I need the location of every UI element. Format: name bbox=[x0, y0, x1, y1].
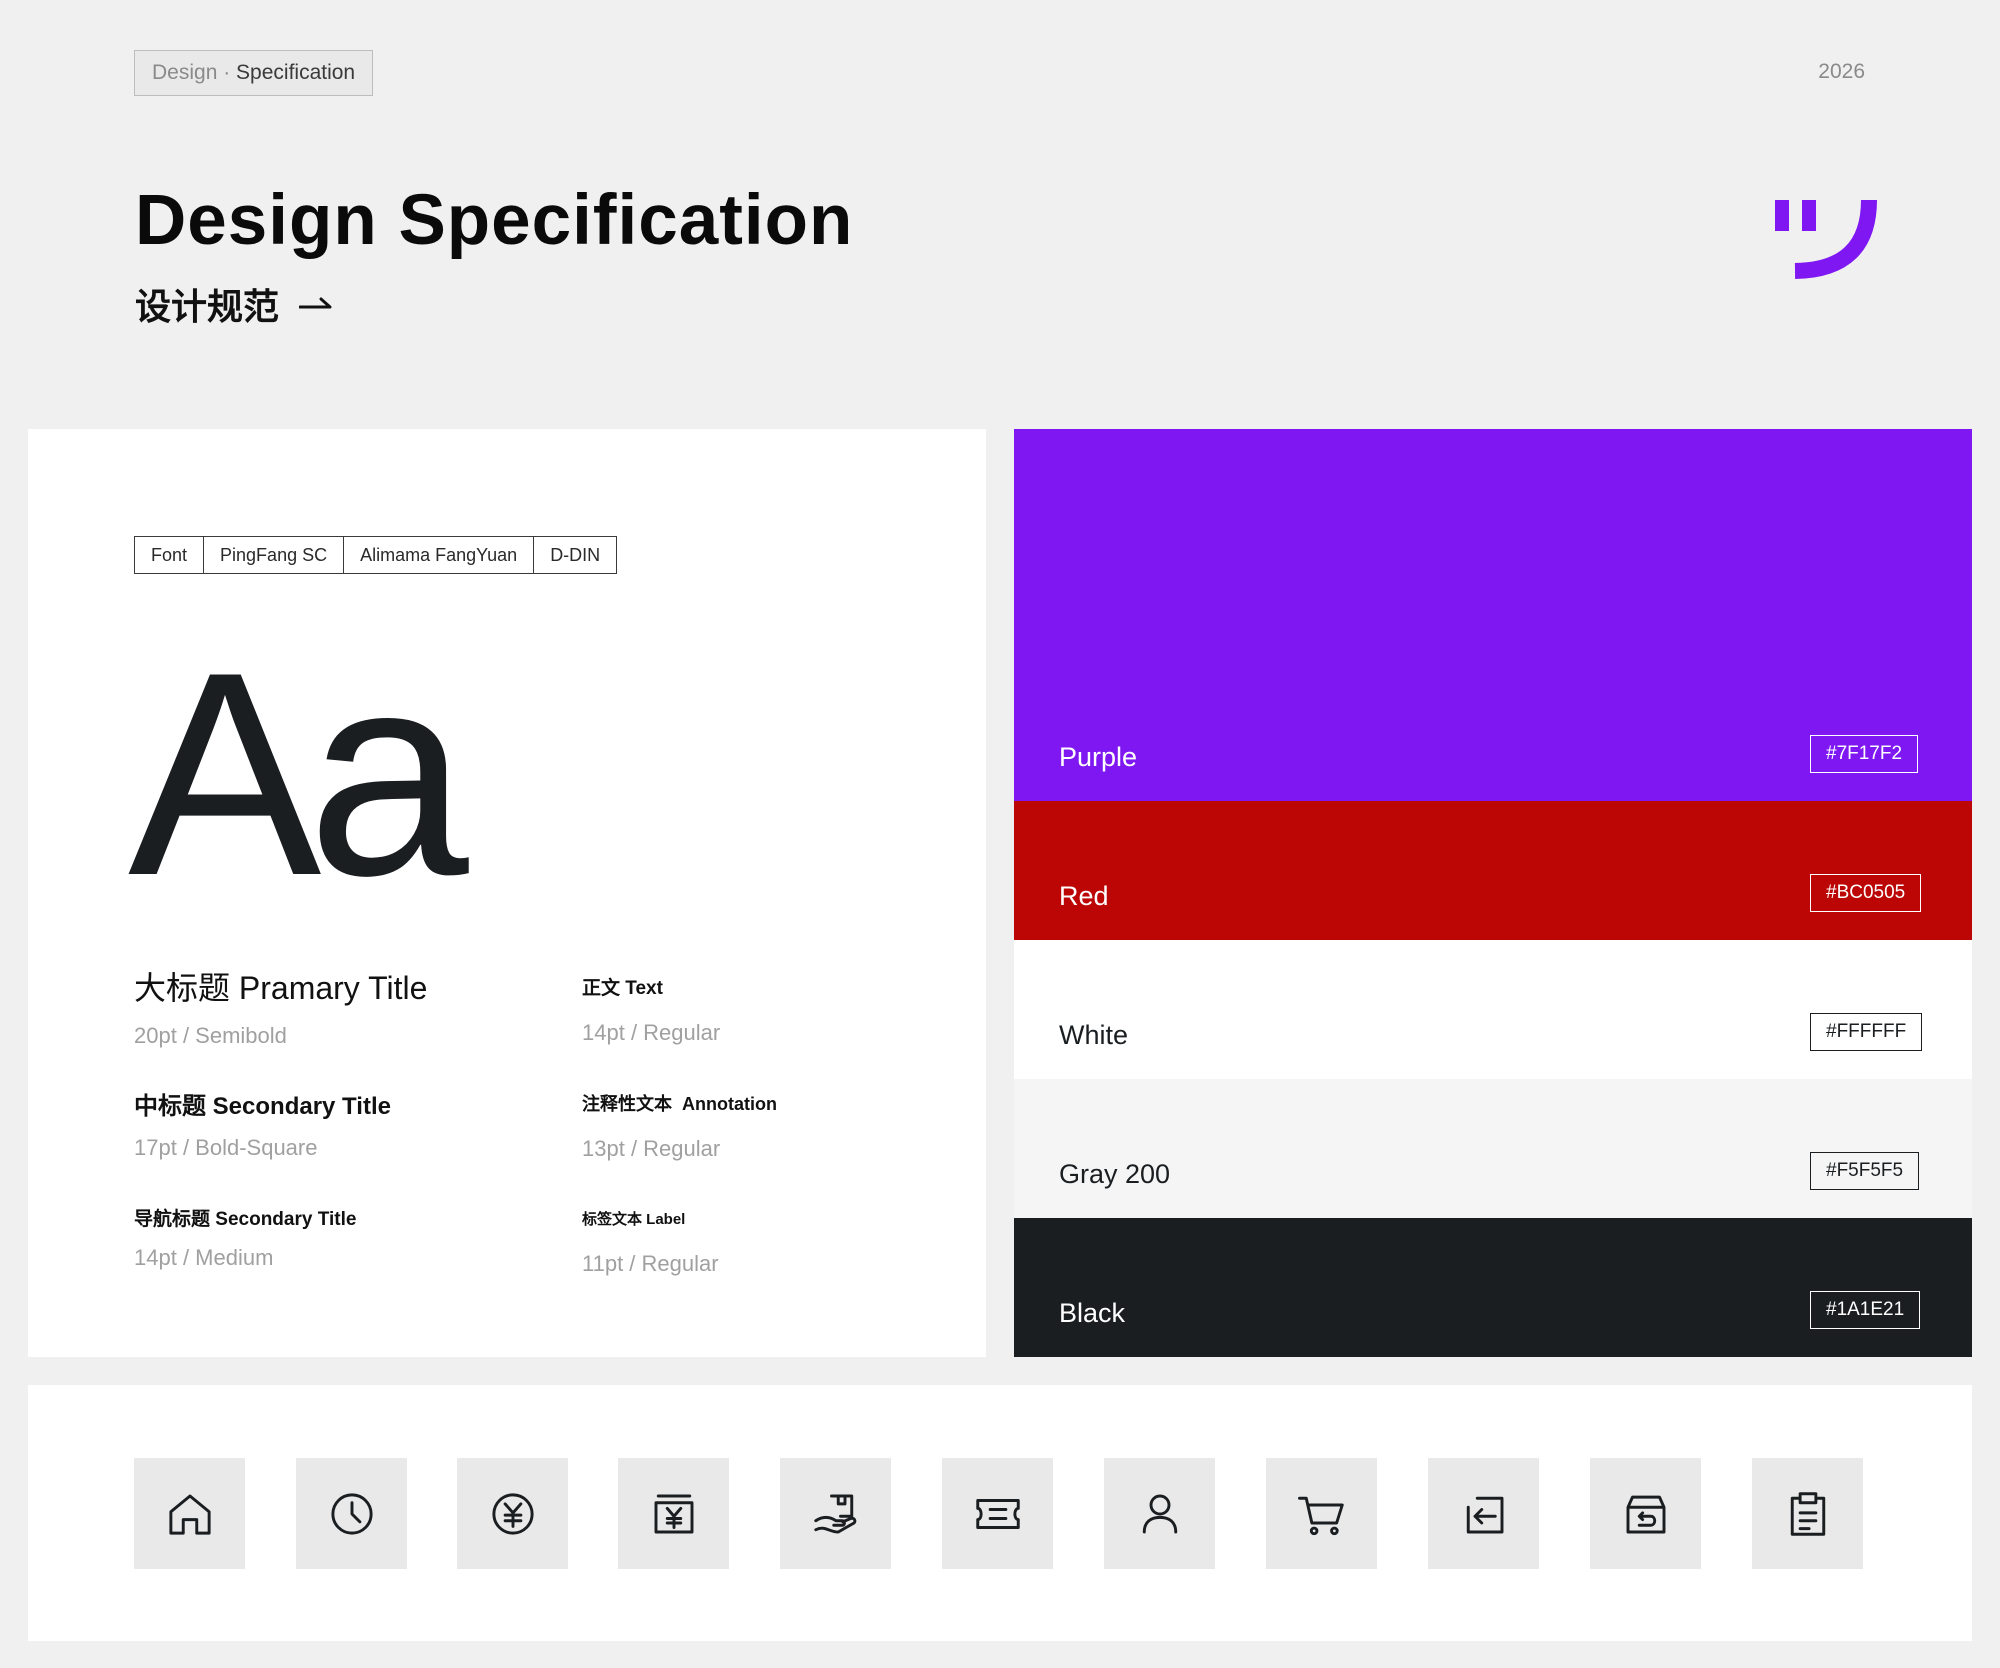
swatch-name: Red bbox=[1059, 881, 1109, 911]
spec-meta: 14pt / Regular bbox=[582, 1020, 721, 1045]
type-spec-body-text: 正文 Text 14pt / Regular bbox=[582, 973, 720, 1046]
spec-meta: 11pt / Regular bbox=[582, 1251, 719, 1276]
spec-name: 正文 Text bbox=[582, 978, 663, 999]
spec-name: 标签文本 Label bbox=[582, 1211, 686, 1228]
font-tab-ddin[interactable]: D-DIN bbox=[534, 537, 616, 573]
clock-icon[interactable] bbox=[296, 1458, 407, 1569]
type-specimen: Aa bbox=[128, 612, 469, 936]
type-spec-annotation: 注释性文本 Annotation 13pt / Regular bbox=[582, 1090, 777, 1162]
swatch-gray-200[interactable]: Gray 200 #F5F5F5 bbox=[1014, 1079, 1972, 1218]
font-tab-label: Font bbox=[135, 537, 205, 573]
color-palette-panel: Purple #7F17F2 Red #BC0505 White #FFFFFF… bbox=[1014, 429, 1972, 1357]
page-title: Design Specification bbox=[135, 181, 854, 260]
type-spec-nav-title: 导航标题 Secondary Title 14pt / Medium bbox=[134, 1204, 356, 1271]
swatch-hex-badge: #1A1E21 bbox=[1810, 1291, 1921, 1329]
cart-icon[interactable] bbox=[1266, 1458, 1377, 1569]
clipboard-icon[interactable] bbox=[1752, 1458, 1863, 1569]
arrow-right-icon bbox=[298, 294, 333, 315]
swatch-name: Gray 200 bbox=[1059, 1159, 1171, 1189]
ticket-icon[interactable] bbox=[942, 1458, 1053, 1569]
spec-name: 注释性文本 Annotation bbox=[582, 1094, 777, 1114]
breadcrumb-prefix: Design bbox=[152, 61, 218, 84]
brand-smile-logo bbox=[1773, 198, 1877, 287]
swatch-white[interactable]: White #FFFFFF bbox=[1014, 940, 1972, 1079]
type-spec-primary-title: 大标题 Pramary Title 20pt / Semibold bbox=[134, 963, 427, 1049]
spec-name: 导航标题 Secondary Title bbox=[134, 1209, 357, 1230]
yuan-coin-icon[interactable] bbox=[457, 1458, 568, 1569]
home-icon[interactable] bbox=[134, 1458, 245, 1569]
return-box-icon[interactable] bbox=[1590, 1458, 1701, 1569]
swatch-hex-badge: #BC0505 bbox=[1810, 874, 1922, 912]
breadcrumb-tag: Design · Specification bbox=[134, 50, 374, 96]
swatch-hex-badge: #F5F5F5 bbox=[1810, 1152, 1920, 1190]
spec-meta: 17pt / Bold-Square bbox=[134, 1135, 318, 1160]
swatch-name: Purple bbox=[1059, 742, 1138, 772]
type-spec-secondary-title: 中标题 Secondary Title 17pt / Bold-Square bbox=[134, 1086, 391, 1161]
swatch-name: White bbox=[1059, 1020, 1129, 1050]
font-tabs: Font PingFang SC Alimama FangYuan D-DIN bbox=[134, 536, 618, 574]
swatch-name: Black bbox=[1059, 1298, 1126, 1328]
swatch-red[interactable]: Red #BC0505 bbox=[1014, 801, 1972, 940]
type-spec-label: 标签文本 Label 11pt / Regular bbox=[582, 1208, 719, 1277]
hand-package-icon[interactable] bbox=[780, 1458, 891, 1569]
spec-meta: 20pt / Semibold bbox=[134, 1023, 287, 1048]
return-arrow-icon[interactable] bbox=[1428, 1458, 1539, 1569]
user-icon[interactable] bbox=[1104, 1458, 1215, 1569]
breadcrumb-current: Specification bbox=[236, 61, 356, 84]
page-subtitle-row: 设计规范 bbox=[135, 278, 333, 330]
yuan-receipt-icon[interactable] bbox=[618, 1458, 729, 1569]
spec-name: 大标题 Pramary Title bbox=[134, 970, 428, 1006]
year-label: 2026 bbox=[1818, 60, 1865, 83]
swatch-black[interactable]: Black #1A1E21 bbox=[1014, 1218, 1972, 1357]
swatch-hex-badge: #7F17F2 bbox=[1810, 735, 1919, 773]
swatch-hex-badge: #FFFFFF bbox=[1810, 1013, 1923, 1051]
spec-meta: 13pt / Regular bbox=[582, 1136, 721, 1161]
page-subtitle: 设计规范 bbox=[135, 287, 280, 328]
spec-name: 中标题 Secondary Title bbox=[134, 1093, 391, 1120]
font-tab-alimama[interactable]: Alimama FangYuan bbox=[344, 537, 535, 573]
typography-panel: Font PingFang SC Alimama FangYuan D-DIN … bbox=[28, 429, 986, 1357]
font-tab-pingfang[interactable]: PingFang SC bbox=[204, 537, 345, 573]
swatch-purple[interactable]: Purple #7F17F2 bbox=[1014, 429, 1972, 801]
icon-set-panel bbox=[28, 1385, 1972, 1641]
breadcrumb-separator: · bbox=[217, 61, 237, 84]
spec-meta: 14pt / Medium bbox=[134, 1245, 274, 1270]
